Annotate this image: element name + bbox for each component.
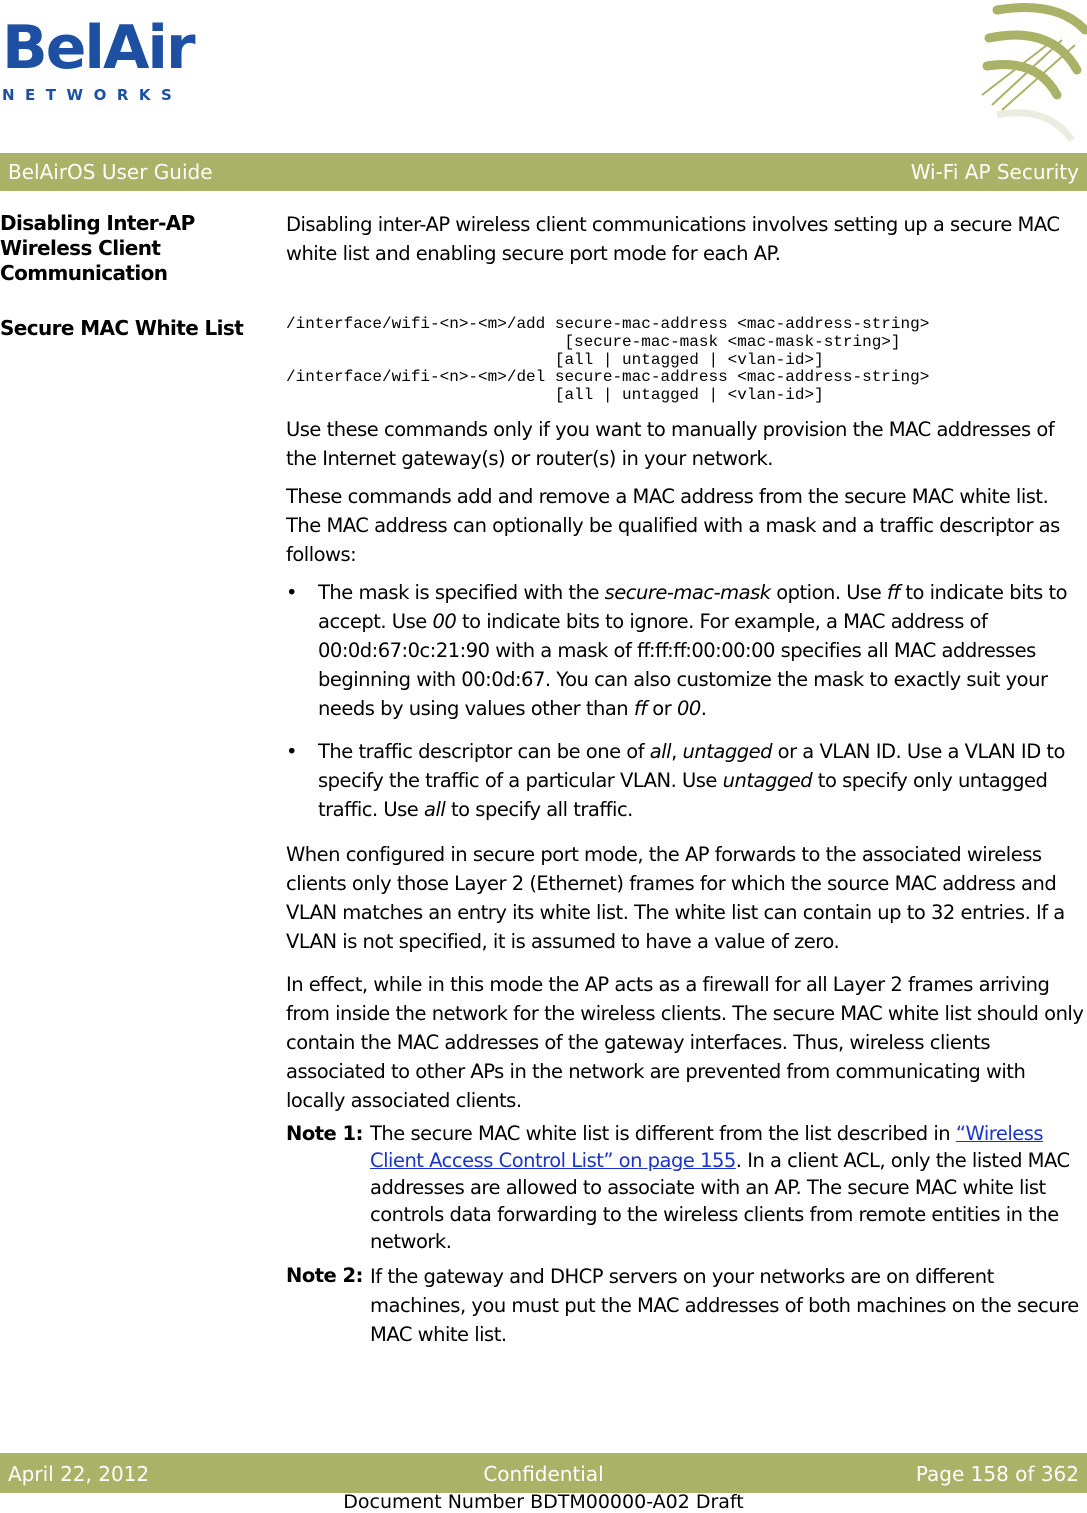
bullet-text: The traffic descriptor can be one of all…	[318, 740, 1065, 821]
paragraph-firewall: In effect, while in this mode the AP act…	[286, 973, 1084, 1112]
paragraph-secure-port-mode: When configured in secure port mode, the…	[286, 843, 1065, 953]
document-number: Document Number BDTM00000-A02 Draft	[343, 1491, 744, 1513]
note-label: Note 2:	[286, 1264, 363, 1287]
side-heading-disabling-inter-ap: Disabling Inter-AP Wireless Client Commu…	[0, 211, 195, 285]
guide-title: BelAirOS User Guide	[8, 160, 213, 184]
note-text: If the gateway and DHCP servers on your …	[370, 1265, 1079, 1346]
belair-logo: BelAir NETWORKS	[0, 12, 200, 107]
logo-wordmark: BelAir	[2, 13, 196, 83]
paragraph-description: These commands add and remove a MAC addr…	[286, 485, 1060, 566]
intro-paragraph: Disabling inter-AP wireless client commu…	[286, 213, 1060, 265]
footer-band: April 22, 2012 Confidential Page 158 of …	[0, 1453, 1087, 1493]
command-syntax: /interface/wifi-<n>-<m>/add secure-mac-a…	[286, 315, 930, 405]
note-text: The secure MAC white list is different f…	[370, 1122, 1070, 1253]
footer-page-number: Page 158 of 362	[915, 1462, 1079, 1486]
bullet-icon: •	[286, 581, 298, 604]
side-heading-secure-mac-white-list: Secure MAC White List	[0, 316, 244, 340]
swoosh-logo-icon	[981, 3, 1087, 143]
header-band: BelAirOS User Guide Wi-Fi AP Security	[0, 153, 1087, 191]
section-title: Wi-Fi AP Security	[910, 160, 1079, 184]
paragraph-usage: Use these commands only if you want to m…	[286, 418, 1055, 470]
logo-subtitle: NETWORKS	[2, 86, 183, 104]
bullet-icon: •	[286, 740, 298, 763]
note-label: Note 1:	[286, 1122, 363, 1145]
option-secure-mac-mask: secure-mac-mask	[604, 581, 771, 604]
bullet-text: The mask is specified with the secure-ma…	[318, 581, 1068, 720]
